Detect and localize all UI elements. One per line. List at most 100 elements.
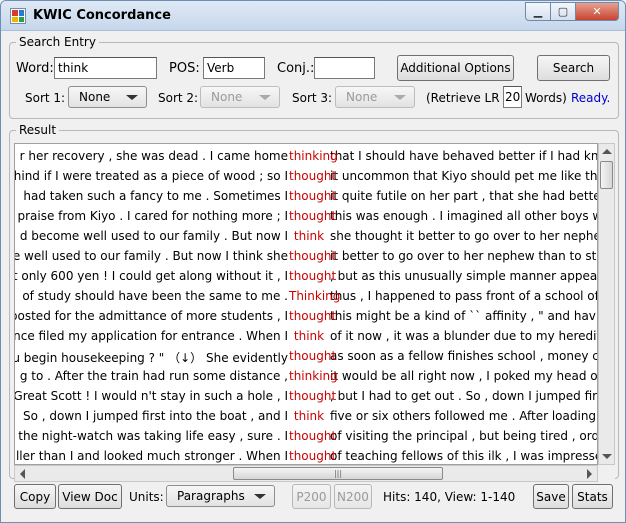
minimize-button[interactable]: ▁ <box>525 2 551 21</box>
right-context: this might be a kind of `` affinity , " … <box>330 309 598 323</box>
keyword: think <box>293 229 325 243</box>
keyword: thought <box>289 349 337 363</box>
save-label: Save <box>536 489 566 504</box>
chevron-down-icon <box>126 95 138 100</box>
right-context: , but I had to get out . So , down I jum… <box>330 389 598 403</box>
sort3-value: None <box>346 90 378 104</box>
sort1-label: Sort 1: <box>25 91 66 105</box>
retrieve-lr-input[interactable] <box>503 86 522 108</box>
app-grid-icon <box>10 8 26 24</box>
right-context: of teaching fellows of this ilk , I was … <box>330 449 598 463</box>
concordance-row[interactable]: had taken such a fancy to me . Sometimes… <box>15 186 598 206</box>
window-title: KWIC Concordance <box>33 8 171 23</box>
chevron-down-icon <box>259 95 271 100</box>
scroll-left-icon[interactable] <box>20 469 25 479</box>
conj-label: Conj.: <box>277 61 315 76</box>
retrieve-suffix: Words) <box>525 91 567 105</box>
additional-options-button[interactable]: Additional Options <box>397 55 514 81</box>
keyword: thought <box>289 209 337 223</box>
additional-options-label: Additional Options <box>400 61 511 75</box>
concordance-row[interactable]: g to . After the train had run some dist… <box>15 366 598 386</box>
right-context: of it now , it was a blunder due to my h… <box>330 329 598 343</box>
scroll-up-icon[interactable] <box>602 149 612 154</box>
sort2-value: None <box>211 90 243 104</box>
concordance-row[interactable]: of study should have been the same to me… <box>15 286 597 306</box>
kwic-window: KWIC Concordance ▁ ▢ ✕ Search Entry Word… <box>0 0 626 523</box>
concordance-row[interactable]: r her recovery , she was dead . I came h… <box>15 146 598 166</box>
word-label: Word: <box>16 61 54 76</box>
keyword: think <box>293 329 325 343</box>
sort1-value: None <box>79 90 111 104</box>
right-context: five or six others followed me . After l… <box>330 409 598 423</box>
maximize-button[interactable]: ▢ <box>551 2 576 21</box>
right-context: it quite futile on her part , that she h… <box>330 189 598 203</box>
sort2-label: Sort 2: <box>158 91 199 105</box>
p200-button[interactable]: P200 <box>292 484 331 509</box>
keyword: thought <box>289 249 337 263</box>
keyword: thinking <box>289 149 338 163</box>
n200-button[interactable]: N200 <box>334 484 372 509</box>
right-context: , but as this unusually simple manner ap… <box>330 269 598 283</box>
keyword: thinking <box>289 369 338 383</box>
scroll-corner <box>598 465 615 482</box>
concordance-row[interactable]: d become well used to our family . But n… <box>15 226 598 246</box>
units-label: Units: <box>129 490 164 504</box>
search-entry-legend: Search Entry <box>19 35 96 49</box>
copy-label: Copy <box>19 489 51 504</box>
units-dropdown[interactable]: Paragraphs <box>166 485 275 507</box>
close-button[interactable]: ✕ <box>576 2 619 21</box>
conj-input[interactable] <box>314 57 375 79</box>
keyword: thought <box>289 169 337 183</box>
vertical-scrollbar[interactable] <box>598 143 615 465</box>
concordance-row[interactable]: e well used to our family . But now I th… <box>15 246 598 266</box>
concordance-row[interactable]: u begin housekeeping ? " （↓） She evident… <box>15 346 598 366</box>
stats-button[interactable]: Stats <box>572 484 613 509</box>
right-context: it would be all right now , I poked my h… <box>330 369 598 383</box>
scroll-down-icon[interactable] <box>602 454 612 459</box>
concordance-row[interactable]: ller than I and looked much stronger . W… <box>15 446 598 464</box>
copy-button[interactable]: Copy <box>14 484 56 509</box>
sort3-label: Sort 3: <box>292 91 333 105</box>
n200-label: N200 <box>337 489 369 504</box>
keyword: thought <box>289 449 337 463</box>
concordance-row[interactable]: the night-watch was taking life easy , s… <box>15 426 597 446</box>
pos-input[interactable] <box>203 57 265 79</box>
concordance-row[interactable]: nce filed my application for entrance . … <box>15 326 598 346</box>
scroll-right-icon[interactable] <box>587 469 592 479</box>
horizontal-scroll-thumb[interactable]: ||| <box>233 467 443 480</box>
right-context: that I should have behaved better if I h… <box>330 149 598 163</box>
units-value: Paragraphs <box>177 489 245 503</box>
keyword: thought <box>289 269 337 283</box>
word-input[interactable] <box>54 57 157 79</box>
right-context: it better to go over to her nephew than … <box>330 249 598 263</box>
keyword: thought <box>289 309 337 323</box>
sort3-dropdown[interactable]: None <box>335 86 415 108</box>
concordance-row[interactable]: posted for the admittance of more studen… <box>15 306 598 326</box>
result-legend: Result <box>19 123 57 137</box>
vertical-scroll-thumb[interactable] <box>600 161 613 189</box>
title-bar: KWIC Concordance ▁ ▢ ✕ <box>1 1 625 31</box>
keyword: Thinking <box>289 289 341 303</box>
horizontal-scrollbar[interactable]: ||| <box>14 465 598 482</box>
search-label: Search <box>552 61 595 75</box>
minimize-icon: ▁ <box>533 5 543 18</box>
right-context: as soon as a fellow finishes school , mo… <box>330 349 598 363</box>
concordance-row[interactable]: Great Scott ! I would n't stay in such a… <box>15 386 598 406</box>
right-context: she thought it better to go over to her … <box>330 229 598 243</box>
hits-count: Hits: 140, View: 1-140 <box>383 490 516 504</box>
concordance-row[interactable]: praise from Kiyo . I cared for nothing m… <box>15 206 598 226</box>
concordance-list[interactable]: r her recovery , she was dead . I came h… <box>14 143 598 465</box>
keyword: thought <box>289 429 337 443</box>
view-doc-button[interactable]: View Doc <box>58 484 122 509</box>
close-icon: ✕ <box>592 5 602 18</box>
concordance-row[interactable]: t only 600 yen ! I could get along witho… <box>15 266 598 286</box>
sort2-dropdown[interactable]: None <box>200 86 280 108</box>
chevron-down-icon <box>254 494 266 499</box>
sort1-dropdown[interactable]: None <box>68 86 147 108</box>
save-button[interactable]: Save <box>533 484 569 509</box>
right-context: this was enough . I imagined all other b… <box>330 209 598 223</box>
concordance-row[interactable]: So , down I jumped first into the boat ,… <box>15 406 598 426</box>
concordance-row[interactable]: hind if I were treated as a piece of woo… <box>15 166 597 186</box>
keyword: think <box>293 409 325 423</box>
search-button[interactable]: Search <box>537 55 610 81</box>
